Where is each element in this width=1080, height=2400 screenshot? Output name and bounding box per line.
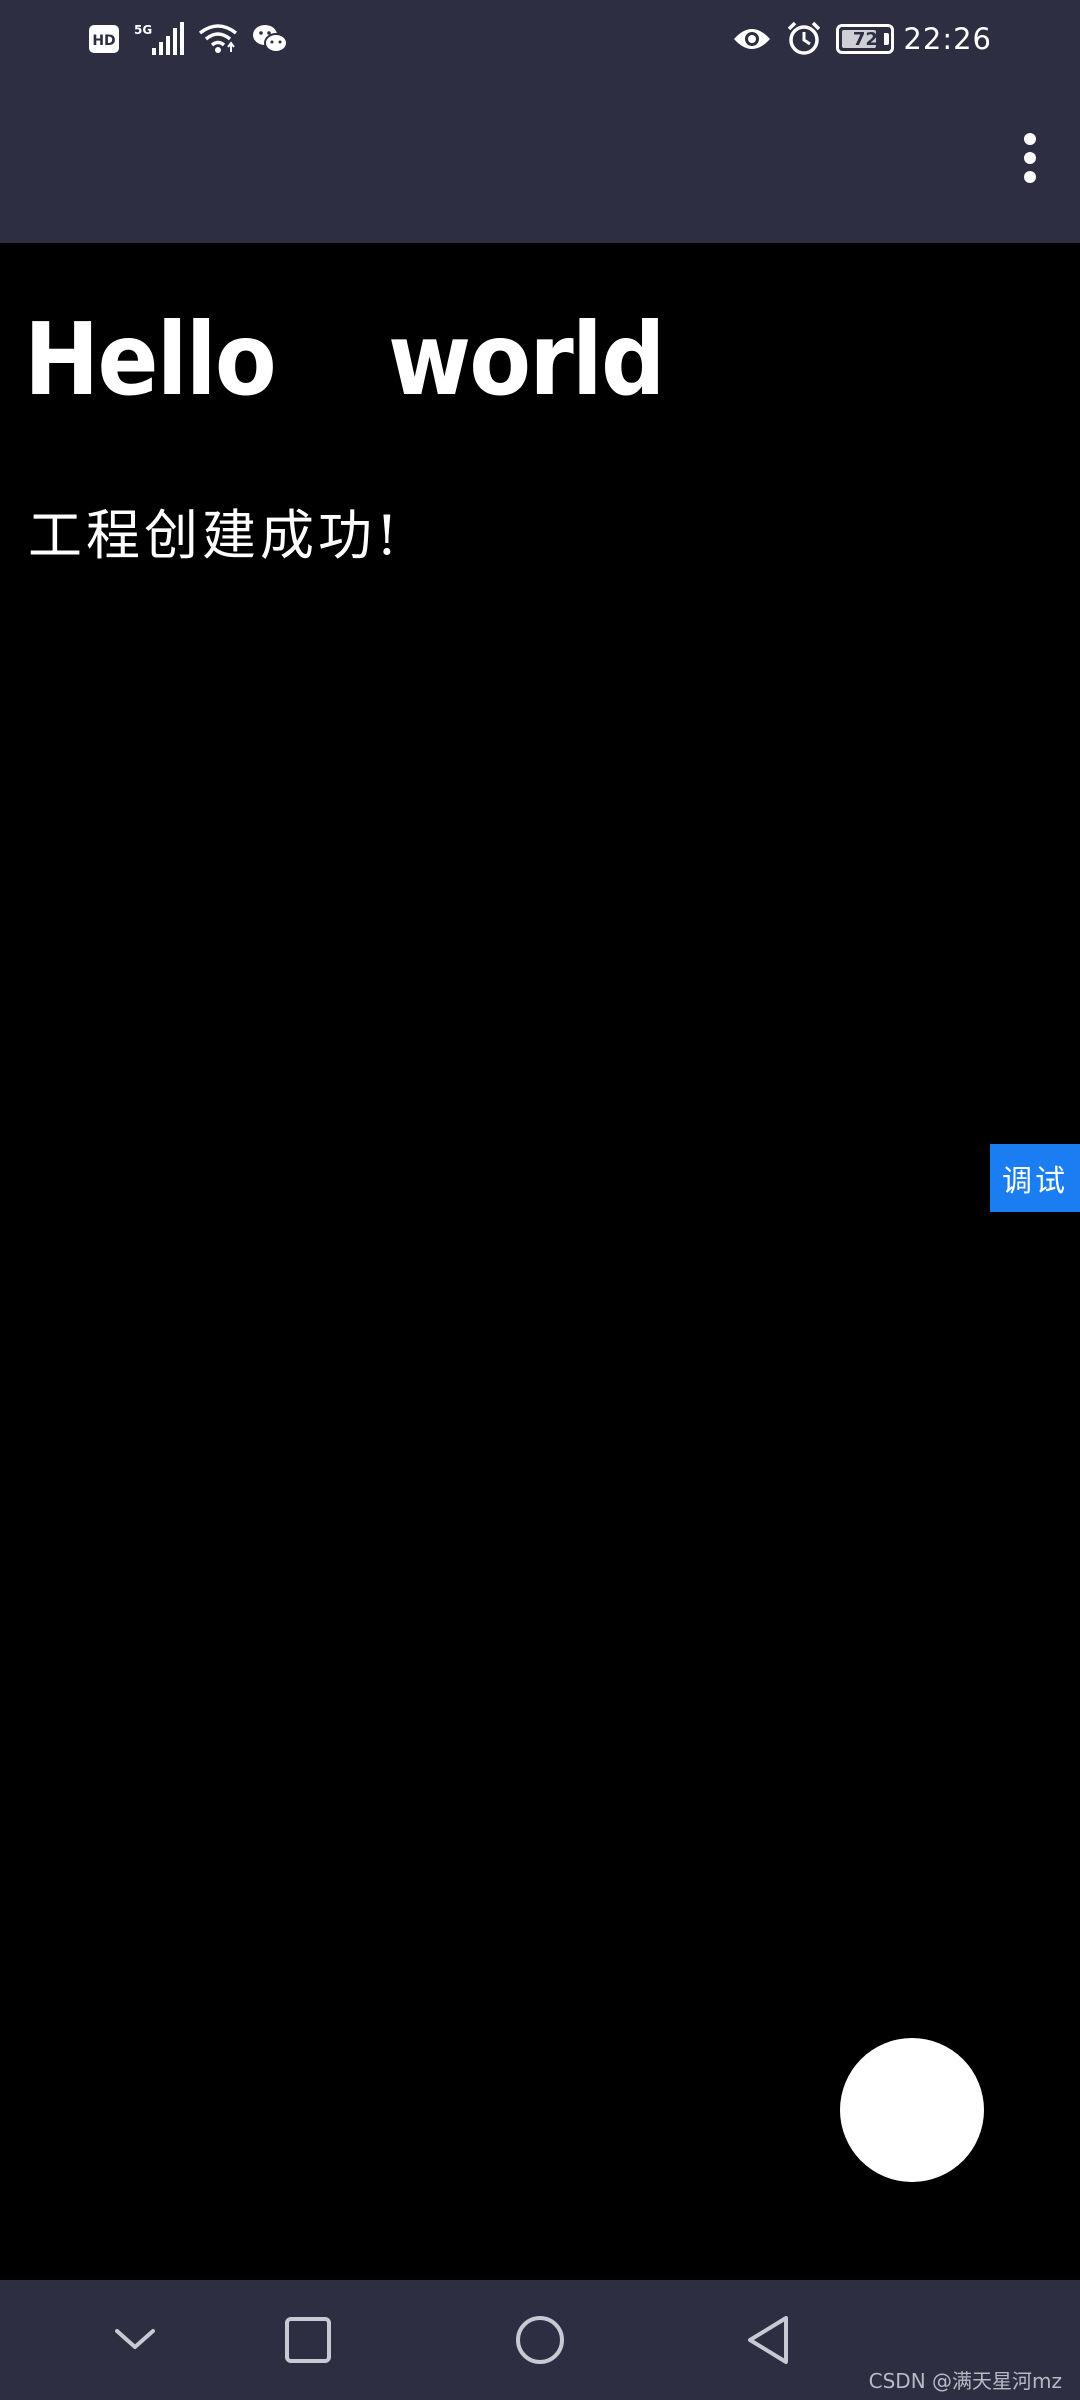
eye-icon [732, 25, 772, 53]
phone-screen: HD 5G 72 22:26 Hello world 工程创建成功! 调试 CS… [0, 0, 1080, 2400]
debug-tab-button[interactable]: 调试 [990, 1144, 1080, 1212]
wifi-icon [198, 23, 238, 55]
more-dot [1024, 171, 1036, 183]
status-left-icons: HD 5G [88, 22, 288, 56]
status-right-icons: 72 22:26 [732, 20, 992, 58]
chevron-down-icon[interactable] [75, 2280, 195, 2400]
home-circle-icon[interactable] [480, 2280, 600, 2400]
more-dot [1024, 133, 1036, 145]
battery-icon: 72 [836, 24, 895, 54]
svg-text:5G: 5G [134, 23, 152, 37]
floating-action-button[interactable] [840, 2038, 984, 2182]
wechat-icon [252, 23, 288, 55]
alarm-icon [786, 21, 822, 57]
back-triangle-icon[interactable] [708, 2280, 828, 2400]
more-vert-icon[interactable] [998, 116, 1062, 200]
svg-text:HD: HD [92, 33, 115, 49]
status-bar: HD 5G 72 22:26 [0, 0, 1080, 78]
recents-square-icon[interactable] [248, 2280, 368, 2400]
5g-signal-icon: 5G [134, 22, 184, 56]
project-created-text: 工程创建成功! [28, 504, 402, 567]
system-nav-bar: CSDN @满天星河mz [0, 2280, 1080, 2400]
main-content: Hello world 工程创建成功! [0, 243, 1080, 2280]
hello-heading: Hello world [24, 301, 665, 418]
csdn-watermark: CSDN @满天星河mz [868, 2369, 1062, 2393]
app-bar [0, 78, 1080, 243]
hd-icon: HD [88, 24, 120, 54]
more-dot [1024, 152, 1036, 164]
status-time: 22:26 [903, 22, 992, 56]
battery-level: 72 [852, 28, 878, 50]
battery-body: 72 [836, 24, 895, 54]
